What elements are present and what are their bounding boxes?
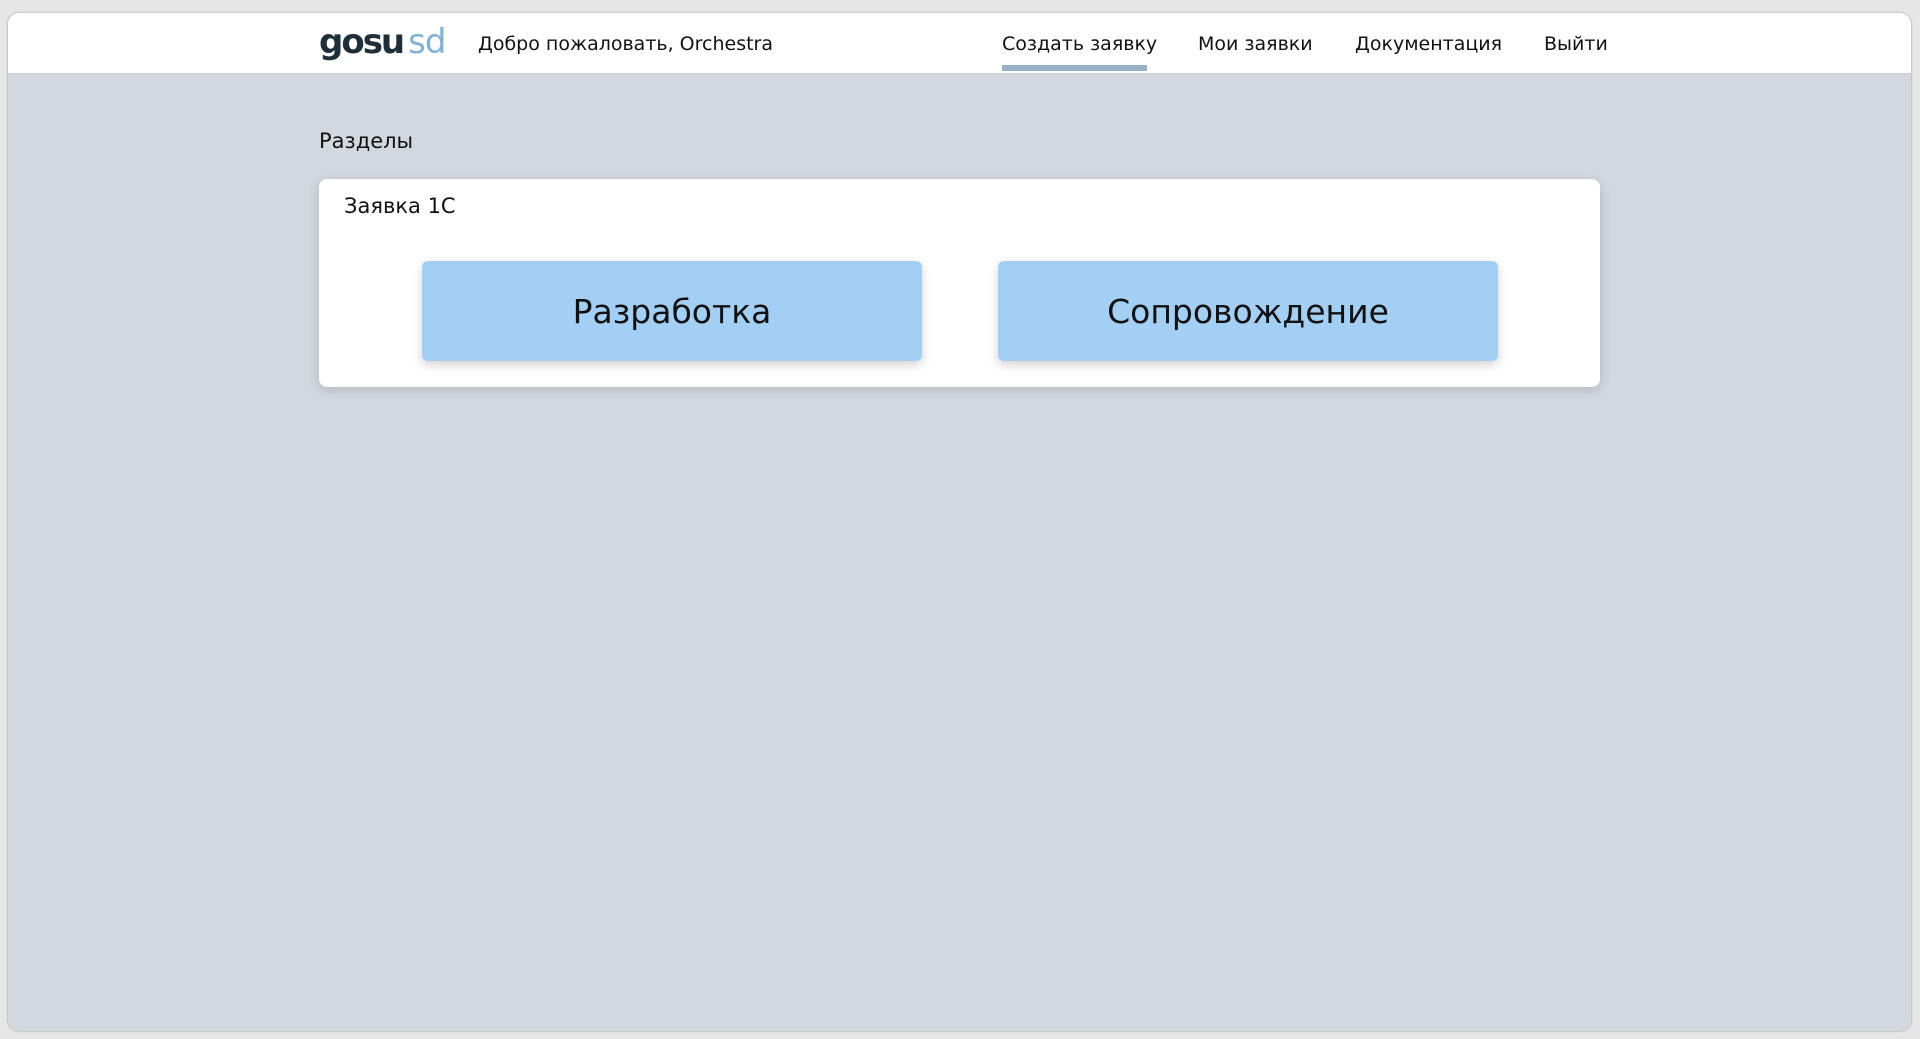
- nav-documentation[interactable]: Документация: [1355, 33, 1502, 55]
- top-navigation-bar: gosu sd Добро пожаловать, Orchestra Созд…: [8, 13, 1911, 74]
- support-tile[interactable]: Сопровождение: [998, 261, 1498, 361]
- app-window: gosu sd Добро пожаловать, Orchestra Созд…: [7, 12, 1912, 1032]
- nav-logout[interactable]: Выйти: [1544, 33, 1608, 55]
- card-title: Заявка 1С: [344, 194, 456, 218]
- gosu-sd-logo[interactable]: gosu sd: [319, 23, 459, 67]
- sections-heading: Разделы: [319, 129, 414, 153]
- development-tile[interactable]: Разработка: [422, 261, 922, 361]
- request-1c-card: Заявка 1С Разработка Сопровождение: [319, 179, 1600, 387]
- welcome-message: Добро пожаловать, Orchestra: [478, 33, 774, 55]
- nav-my-requests[interactable]: Мои заявки: [1198, 33, 1313, 55]
- nav-create-request[interactable]: Создать заявку: [1002, 33, 1157, 55]
- logo-text-sd: sd: [408, 22, 446, 62]
- logo-text-gosu: gosu: [319, 22, 405, 62]
- active-nav-indicator: [1002, 65, 1147, 71]
